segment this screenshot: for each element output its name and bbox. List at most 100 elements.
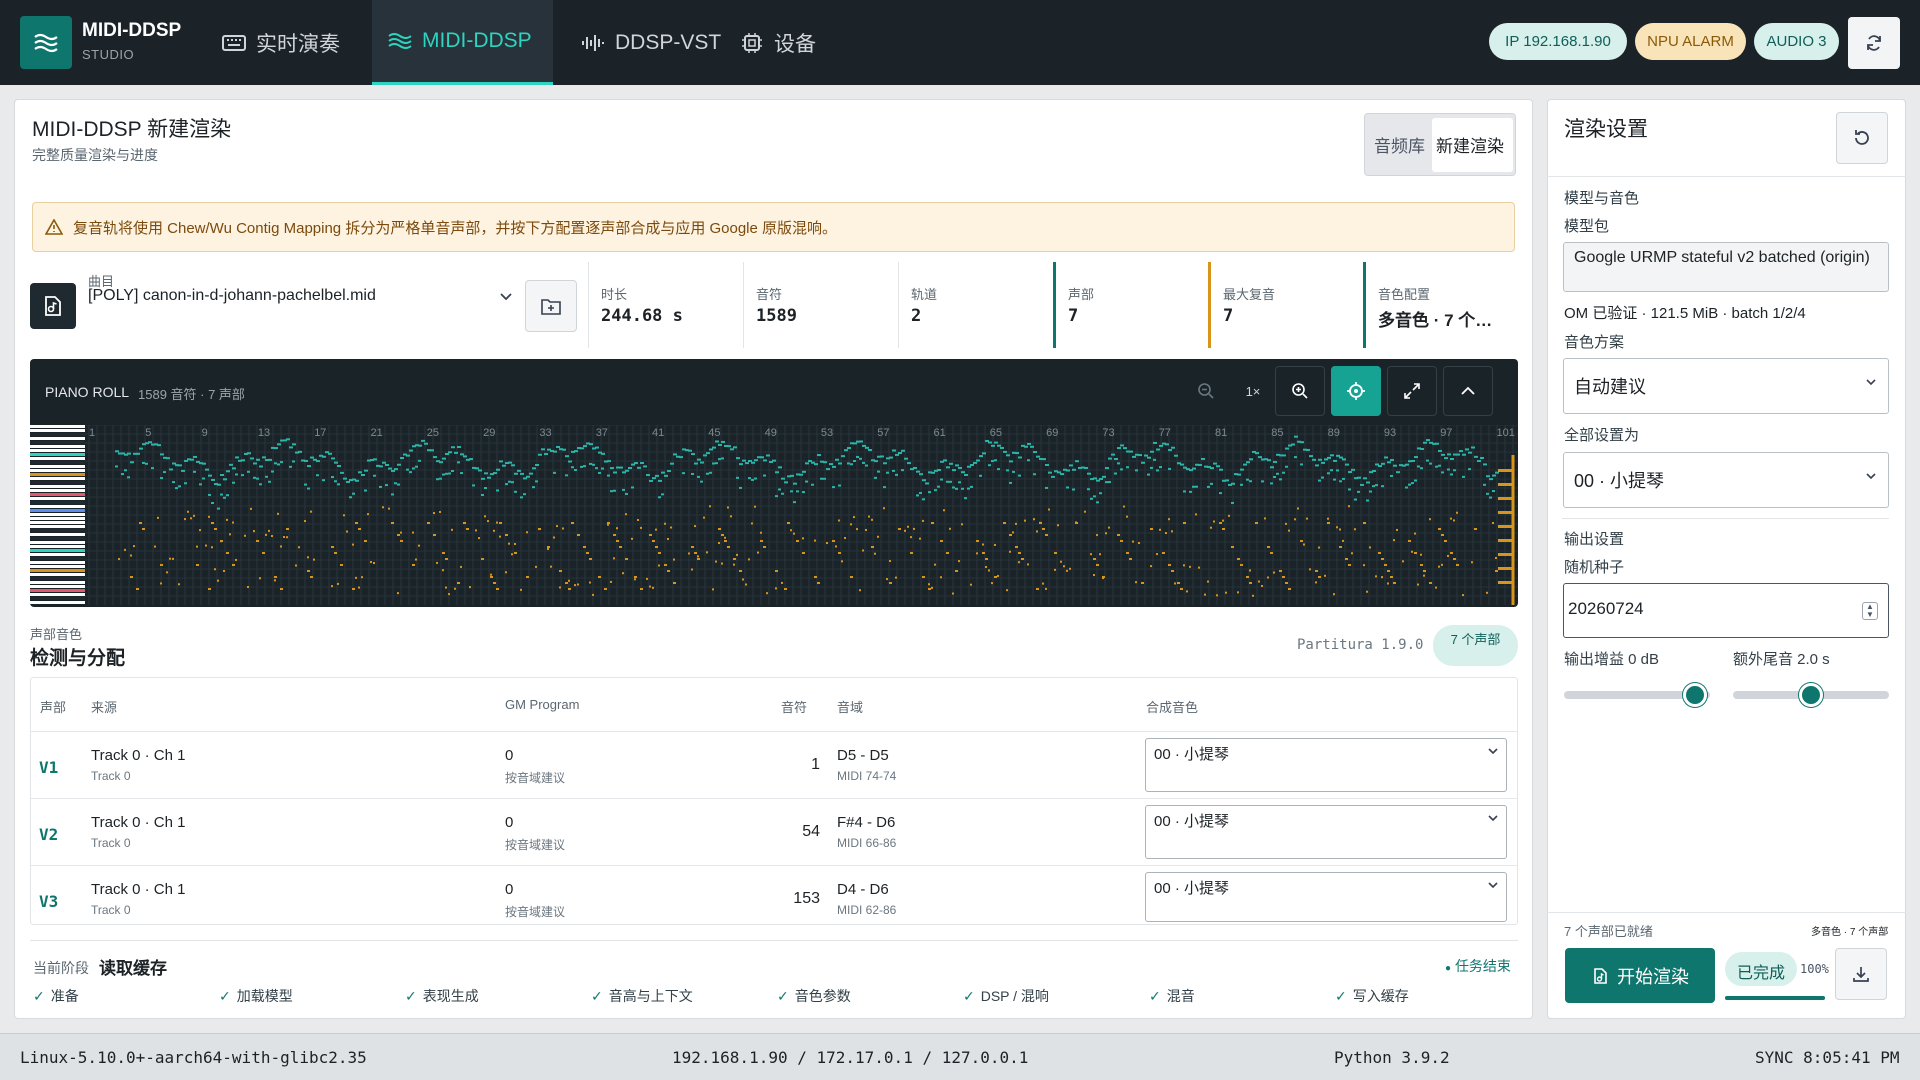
file-select[interactable]: [POLY] canon-in-d-johann-pachelbel.mid (88, 287, 512, 311)
stage-step: ✓ DSP / 混响 (963, 987, 1049, 1005)
zoom-out-button[interactable] (1181, 366, 1231, 416)
stat-voices: 声部 7 (1053, 262, 1208, 348)
python-version: Python 3.9.2 (1334, 1048, 1450, 1067)
bar-number: 13 (258, 427, 270, 439)
bar-number: 9 (202, 427, 208, 439)
scheme-select[interactable]: 自动建议 (1563, 358, 1889, 414)
piano-roll[interactable]: PIANO ROLL 1589 音符 · 7 声部 1× 1 5 9 13 17 21 25… (30, 359, 1518, 607)
stat-tracks: 轨道 2 (898, 262, 1053, 348)
stage-label: 当前阶段 (33, 960, 89, 976)
bar-number: 65 (990, 427, 1002, 439)
bar-number: 5 (145, 427, 151, 439)
piano-roll-canvas[interactable]: 1 5 9 13 17 21 25 29 33 37 41 45 49 53 57 61 65 69 73 77 81 8… (30, 425, 1518, 605)
model-label: 模型包 (1564, 218, 1610, 235)
seed-label: 随机种子 (1564, 559, 1625, 576)
stage-step: ✓ 写入缓存 (1335, 987, 1409, 1005)
waves-icon (388, 33, 412, 49)
keyboard-icon (222, 34, 246, 51)
fullscreen-button[interactable] (1387, 366, 1437, 416)
tab-library[interactable]: 音频库 (1374, 132, 1425, 157)
chevron-down-icon (1866, 473, 1876, 480)
waveform-icon (582, 34, 604, 51)
bar-number: 29 (483, 427, 495, 439)
nav-tab-label: 设备 (774, 32, 816, 56)
tab-new-render[interactable]: 新建渲染 (1432, 118, 1513, 172)
stage-step: ✓ 音色参数 (777, 987, 851, 1005)
check-icon: ✓ (777, 987, 789, 1004)
download-button[interactable] (1835, 948, 1887, 1000)
progress-percent: 100% (1800, 962, 1829, 976)
timbre-select[interactable]: 00 · 小提琴 (1145, 872, 1507, 922)
seed-input[interactable]: 20260724 ▲ ▼ (1563, 583, 1889, 638)
tail-slider-handle[interactable] (1799, 683, 1823, 707)
done-badge: 已完成 (1725, 952, 1797, 986)
bar-number: 53 (821, 427, 833, 439)
bar-number: 49 (765, 427, 777, 439)
bar-number: 89 (1328, 427, 1340, 439)
stage-step: ✓ 加载模型 (219, 987, 293, 1005)
chevron-down-icon (1488, 882, 1498, 889)
bar-number: 41 (652, 427, 664, 439)
open-folder-button[interactable] (525, 280, 577, 332)
download-icon (1853, 967, 1869, 982)
zoom-level: 1× (1245, 383, 1261, 399)
col-gm-program: GM Program (505, 697, 580, 712)
alert-text: 复音轨将使用 Chew/Wu Contig Mapping 拆分为严格单音声部，… (73, 219, 838, 237)
bar-number: 1 (89, 427, 95, 439)
sync-time: SYNC 8:05:41 PM (1755, 1048, 1900, 1067)
zoom-in-button[interactable] (1275, 366, 1325, 416)
divider (1547, 912, 1906, 913)
bar-number: 45 (708, 427, 720, 439)
start-render-button[interactable]: 开始渲染 (1565, 948, 1715, 1003)
bar-number: 69 (1046, 427, 1058, 439)
gain-slider[interactable] (1564, 683, 1710, 707)
crosshair-icon (1347, 382, 1365, 400)
bar-number: 21 (371, 427, 383, 439)
mode-text: 多音色 · 7 个声部 (1811, 927, 1889, 938)
bar-number: 77 (1159, 427, 1171, 439)
bar-number: 93 (1384, 427, 1396, 439)
chevron-up-icon (1461, 386, 1475, 395)
refresh-button[interactable] (1848, 17, 1900, 69)
cpu-icon (742, 32, 762, 53)
col-source: 来源 (91, 700, 118, 715)
waves-icon (34, 33, 58, 52)
nav-tab-ddsp-vst[interactable]: DDSP-VST (565, 0, 725, 85)
locate-button[interactable] (1331, 366, 1381, 416)
status-footer: Linux-5.10.0+-aarch64-with-glibc2.35 192… (0, 1033, 1920, 1080)
stat-notes: 音符 1589 (743, 262, 898, 348)
bar-number: 85 (1271, 427, 1283, 439)
stat-timbre-config: 音色配置 多音色 · 7 个… (1363, 262, 1518, 348)
npu-alarm-badge: NPU ALARM (1635, 23, 1746, 60)
timbre-select[interactable]: 00 · 小提琴 (1145, 805, 1507, 859)
reset-button[interactable] (1836, 112, 1888, 164)
divider (30, 940, 1518, 941)
seed-stepper[interactable]: ▲ ▼ (1862, 602, 1878, 620)
library-version: Partitura 1.9.0 (1297, 637, 1424, 653)
collapse-button[interactable] (1443, 366, 1493, 416)
model-section-label: 模型与音色 (1564, 190, 1640, 207)
nav-tab-label: 实时演奏 (256, 32, 340, 56)
bar-number: 57 (877, 427, 889, 439)
stat-duration: 时长 244.68 s (588, 262, 743, 348)
divider (1547, 176, 1906, 177)
nav-tab-midi-ddsp[interactable]: MIDI-DDSP (372, 0, 553, 85)
output-section-label: 输出设置 (1564, 531, 1625, 548)
render-icon (1594, 967, 1607, 984)
bar-number: 37 (596, 427, 608, 439)
check-icon: ✓ (219, 987, 231, 1004)
divider (1562, 518, 1889, 519)
set-all-select[interactable]: 00 · 小提琴 (1563, 452, 1889, 508)
ip-badge: IP 192.168.1.90 (1489, 23, 1627, 60)
col-timbre: 合成音色 (1146, 700, 1199, 715)
stat-max-polyphony: 最大复音 7 (1208, 262, 1363, 348)
expand-icon (1404, 383, 1420, 399)
stage-step: ✓ 准备 (33, 987, 79, 1005)
bar-number: 61 (934, 427, 946, 439)
nav-tab-device[interactable]: 设备 (740, 0, 850, 85)
file-icon-box (30, 283, 76, 329)
task-status: ● 任务结束 (1445, 958, 1511, 974)
tail-slider[interactable] (1733, 683, 1889, 707)
nav-tab-live[interactable]: 实时演奏 (206, 0, 356, 85)
timbre-select[interactable]: 00 · 小提琴 (1145, 738, 1507, 792)
